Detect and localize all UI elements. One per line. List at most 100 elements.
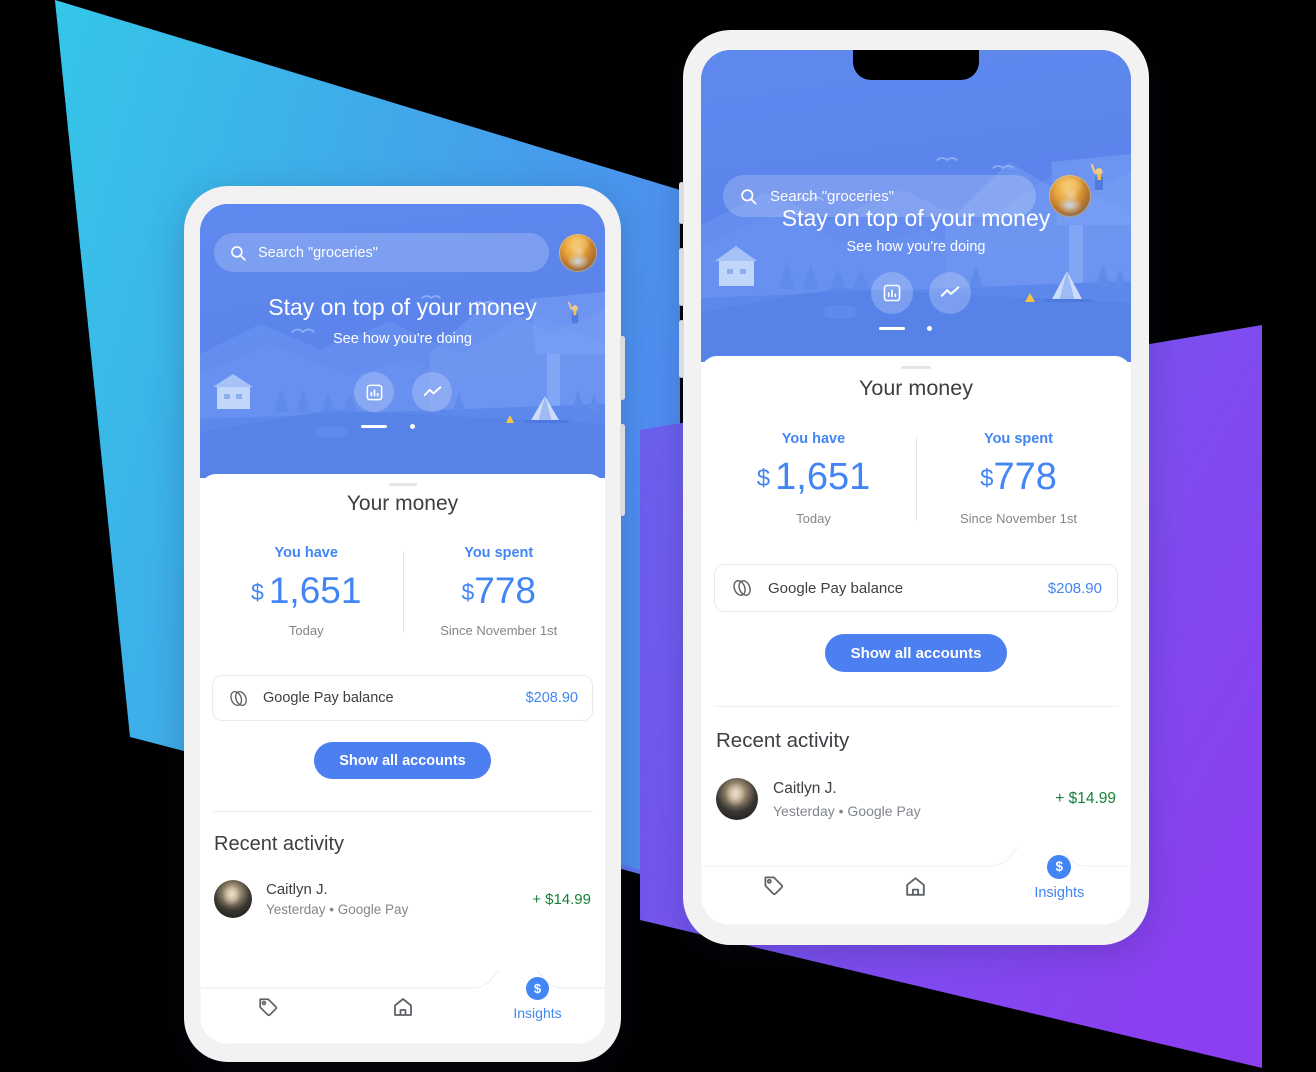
left-stats-divider: [402, 551, 404, 633]
left-account-card[interactable]: Google Pay balance $208.90: [212, 675, 593, 721]
right-account-amount: $208.90: [1047, 579, 1102, 597]
left-stat-you-have: You have $1,651 Today: [210, 545, 403, 638]
right-bottom-nav: $ Insights: [701, 847, 1131, 925]
right-stat-caption-2: Since November 1st: [959, 511, 1078, 526]
left-profile-avatar[interactable]: [559, 234, 597, 272]
left-show-all-accounts-button[interactable]: Show all accounts: [314, 742, 491, 779]
left-divider: [212, 811, 593, 812]
right-hero-title: Stay on top of your money: [781, 205, 1051, 231]
left-stat-label: You have: [274, 545, 338, 561]
right-stat-value-2: $778: [916, 456, 1121, 499]
left-activity-name: Caitlyn J.: [266, 881, 328, 898]
right-stats-divider: [916, 437, 917, 521]
right-hero: Search "groceries" Stay on top of your m…: [701, 50, 1131, 362]
left-phone-screen: Search "groceries" Stay on top of your m…: [200, 204, 605, 1044]
right-stat-currency: $: [756, 465, 771, 492]
right-show-all-accounts-button[interactable]: Show all accounts: [824, 634, 1008, 672]
tag-icon: [256, 996, 279, 1019]
left-stat-value: $1,651: [210, 570, 403, 612]
right-account-name: Google Pay balance: [768, 579, 904, 597]
trend-line-icon: [939, 282, 961, 304]
google-pay-icon: [730, 578, 755, 598]
right-phone-volume-up-button[interactable]: [679, 248, 684, 306]
left-recent-activity-title: Recent activity: [214, 833, 345, 855]
right-phone-mute-button[interactable]: [679, 182, 684, 224]
left-sheet-grabber[interactable]: [388, 483, 417, 486]
left-stat-caption: Today: [288, 623, 324, 638]
right-page-indicator-active: [879, 327, 905, 330]
right-activity-meta: Yesterday • Google Pay: [773, 802, 921, 819]
left-activity-row[interactable]: Caitlyn J. Yesterday • Google Pay + $14.…: [214, 880, 591, 918]
right-sheet: Your money You have $1,651 Today You spe…: [701, 356, 1131, 925]
right-search-placeholder: Search "groceries": [770, 187, 895, 205]
trend-line-icon: [422, 382, 443, 403]
left-hero-subtitle: See how you're doing: [332, 331, 472, 347]
left-stat-number-2: 778: [474, 570, 537, 611]
right-page-indicator[interactable]: [871, 325, 971, 333]
bar-chart-icon: [365, 383, 384, 402]
right-stat-label: You have: [781, 431, 846, 447]
right-phone-notch: [853, 50, 979, 80]
right-sheet-grabber[interactable]: [901, 366, 931, 369]
left-page-indicator-dot: [410, 424, 415, 429]
right-activity-texts: Caitlyn J. Yesterday • Google Pay: [773, 780, 1055, 819]
right-stat-caption: Today: [796, 511, 831, 526]
search-icon: [229, 244, 247, 262]
right-stat-currency-2: $: [980, 465, 994, 492]
right-nav-item-insights[interactable]: $ Insights: [988, 854, 1131, 901]
left-stat-caption-2: Since November 1st: [440, 623, 558, 638]
right-stat-you-have: You have $1,651 Today: [711, 431, 916, 526]
right-hero-subtitle: See how you're doing: [846, 239, 986, 255]
right-phone-frame: Search "groceries" Stay on top of your m…: [679, 30, 1149, 945]
left-nav-items: $ Insights: [200, 970, 605, 1044]
left-nav-insights-label: Insights: [513, 1005, 562, 1021]
dollar-badge-icon: $: [1047, 854, 1072, 879]
left-activity-texts: Caitlyn J. Yesterday • Google Pay: [266, 881, 532, 917]
left-nav-item-home[interactable]: [335, 995, 470, 1019]
left-search-bar[interactable]: Search "groceries": [214, 233, 549, 272]
right-nav-item-tags[interactable]: [701, 874, 844, 898]
left-sheet: Your money You have $1,651 Today You spe…: [200, 474, 605, 1044]
right-nav-insights-label: Insights: [1034, 884, 1085, 901]
left-stat-number: 1,651: [268, 570, 362, 611]
right-stat-you-spent: You spent $778 Since November 1st: [916, 431, 1121, 526]
right-recent-activity-title: Recent activity: [716, 729, 850, 752]
left-phone-volume-button[interactable]: [620, 336, 625, 400]
tag-icon: [761, 874, 785, 898]
left-search-placeholder: Search "groceries": [258, 244, 378, 261]
left-stat-you-spent: You spent $778 Since November 1st: [403, 545, 596, 638]
right-stats: You have $1,651 Today You spent $778 Sin…: [701, 431, 1131, 526]
left-sheet-title: Your money: [346, 492, 459, 515]
left-activity-amount: + $14.99: [532, 890, 591, 908]
left-phone-power-button[interactable]: [620, 424, 625, 516]
left-phone-frame: Search "groceries" Stay on top of your m…: [184, 186, 625, 1062]
home-icon: [391, 995, 415, 1019]
left-toggle-trend-line[interactable]: [412, 372, 452, 412]
home-icon: [903, 874, 928, 899]
right-nav-items: $ Insights: [701, 847, 1131, 925]
right-nav-item-home[interactable]: [844, 874, 987, 899]
left-page-indicator-active: [361, 425, 387, 428]
left-page-indicator[interactable]: [354, 423, 452, 431]
left-stats: You have $1,651 Today You spent $778 Sin…: [200, 545, 605, 638]
right-page-indicator-dot: [927, 326, 932, 331]
right-toggle-trend-line[interactable]: [929, 272, 971, 314]
right-stat-label-2: You spent: [983, 431, 1053, 447]
right-stat-number: 1,651: [775, 456, 871, 498]
right-account-card[interactable]: Google Pay balance $208.90: [714, 564, 1118, 612]
bar-chart-icon: [882, 283, 902, 303]
left-nav-item-tags[interactable]: [200, 996, 335, 1019]
right-phone-screen: Search "groceries" Stay on top of your m…: [701, 50, 1131, 925]
left-nav-item-insights[interactable]: $ Insights: [470, 977, 605, 1021]
right-divider: [714, 706, 1118, 707]
search-icon: [739, 187, 758, 206]
right-sheet-title: Your money: [859, 376, 973, 400]
left-toggle-bar-chart[interactable]: [354, 372, 394, 412]
left-bottom-nav: $ Insights: [200, 970, 605, 1044]
right-phone-volume-down-button[interactable]: [679, 320, 684, 378]
right-toggle-bar-chart[interactable]: [871, 272, 913, 314]
left-stat-value-2: $778: [403, 570, 596, 612]
left-stat-currency: $: [251, 579, 264, 605]
right-activity-row[interactable]: Caitlyn J. Yesterday • Google Pay + $14.…: [716, 778, 1116, 820]
left-activity-meta: Yesterday • Google Pay: [266, 902, 409, 917]
